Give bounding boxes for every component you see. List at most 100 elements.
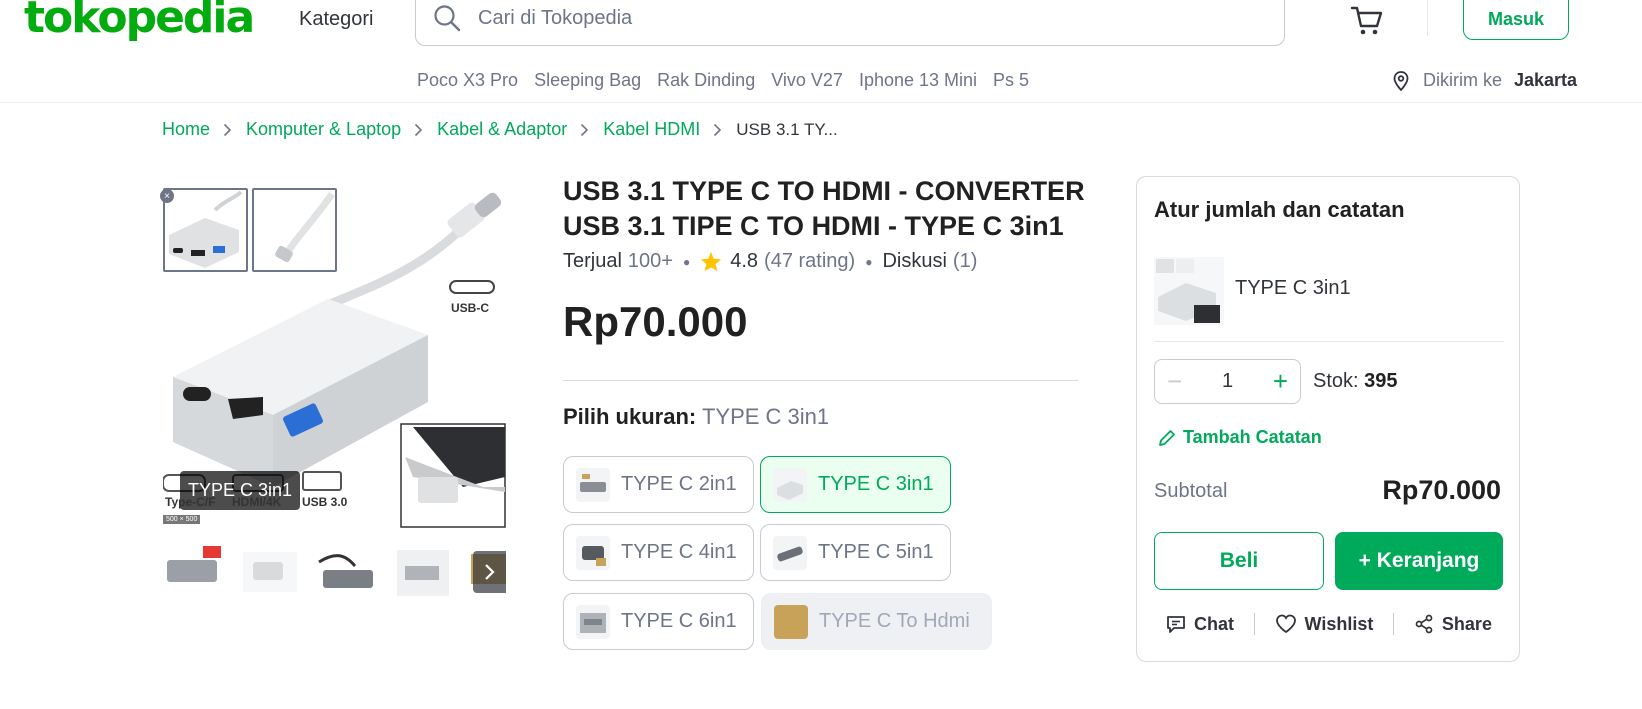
variant-selector-label: Pilih ukuran: TYPE C 3in1 (563, 404, 829, 430)
variant-thumb (774, 604, 808, 639)
terjual-label: Terjual (563, 250, 622, 272)
cart-icon[interactable] (1350, 4, 1384, 36)
stock-value: 395 (1364, 370, 1398, 392)
shipping-location[interactable]: Dikirim ke Jakarta (1393, 70, 1577, 91)
image-size-chip: 500 × 500 (163, 515, 201, 524)
breadcrumb-kabel-hdmi[interactable]: Kabel HDMI (603, 119, 700, 140)
chat-button[interactable]: Chat (1154, 614, 1246, 635)
share-label: Share (1441, 613, 1492, 634)
card-title: Atur jumlah dan catatan (1154, 197, 1405, 222)
breadcrumb-komputer[interactable]: Komputer & Laptop (246, 119, 401, 140)
thumbnail[interactable] (239, 542, 303, 602)
hdmi-label: HDMI/4K (232, 495, 282, 509)
dikirim-label: Dikirim ke (1423, 70, 1502, 90)
card-actions: Chat Wishlist Share (1154, 613, 1504, 635)
dikirim-city: Jakarta (1514, 70, 1578, 90)
variant-option-2in1[interactable]: TYPE C 2in1 (563, 456, 754, 513)
trending-link[interactable]: Vivo V27 (771, 70, 843, 91)
variant-option-label: TYPE C 2in1 (621, 473, 737, 495)
top-header: tokopedia Kategori Cari di Tokopedia Mas… (0, 0, 1642, 103)
trending-link[interactable]: Ps 5 (993, 70, 1029, 91)
kategori-menu[interactable]: Kategori (299, 8, 374, 31)
login-button[interactable]: Masuk (1463, 0, 1569, 40)
variant-option-label: TYPE C To Hdmi (819, 610, 970, 632)
variant-option-6in1[interactable]: TYPE C 6in1 (563, 593, 754, 650)
stock-info: Stok: 395 (1313, 370, 1398, 393)
divider (1154, 341, 1504, 342)
terjual-value: 100+ (627, 250, 673, 272)
add-note-button[interactable]: Tambah Catatan (1157, 427, 1322, 448)
trending-link[interactable]: Iphone 13 Mini (859, 70, 977, 91)
trending-link[interactable]: Rak Dinding (657, 70, 755, 91)
variant-thumb (576, 604, 610, 639)
breadcrumb-kabel-adaptor[interactable]: Kabel & Adaptor (437, 119, 567, 140)
variant-option-3in1[interactable]: TYPE C 3in1 (760, 456, 951, 513)
thumbnail[interactable] (315, 542, 379, 602)
search-icon (432, 3, 462, 33)
thumbnail-next-button[interactable] (473, 551, 506, 593)
divider (1393, 613, 1395, 635)
variant-option-5in1[interactable]: TYPE C 5in1 (760, 524, 951, 581)
breadcrumb-current: USB 3.1 TY... (736, 119, 838, 139)
wishlist-label: Wishlist (1304, 613, 1374, 634)
diskusi-count[interactable]: (1) (953, 250, 977, 273)
product-meta: Terjual 100+ ● 4.8 (47 rating) ● Diskusi… (563, 250, 977, 273)
plus-icon[interactable]: + (1273, 366, 1288, 397)
divider (1253, 613, 1255, 635)
rating-value: 4.8 (730, 250, 759, 272)
thumbnail[interactable] (252, 188, 337, 272)
thumbnail[interactable] (163, 542, 227, 602)
chevron-right-icon (223, 123, 233, 137)
variant-thumb (576, 535, 610, 570)
type-c-label: Type-C/F (165, 495, 216, 509)
dot-separator: ● (682, 254, 691, 269)
diskusi-label[interactable]: Diskusi (882, 250, 946, 273)
chat-icon (1167, 616, 1185, 633)
breadcrumb: Home Komputer & Laptop Kabel & Adaptor K… (162, 119, 838, 140)
trending-keywords: Poco X3 Pro Sleeping Bag Rak Dinding Viv… (417, 70, 1029, 91)
chevron-right-icon (484, 564, 495, 580)
pencil-icon (1159, 429, 1175, 446)
quantity-input[interactable]: 1 (1222, 370, 1233, 393)
chevron-right-icon (580, 123, 590, 137)
divider (563, 380, 1078, 381)
variant-thumb (773, 467, 807, 502)
thumbnail[interactable] (391, 542, 455, 602)
variant-option-label: TYPE C 3in1 (818, 473, 934, 495)
buy-button[interactable]: Beli (1154, 532, 1324, 590)
pilih-label: Pilih ukuran: (563, 404, 697, 429)
variant-option-label: TYPE C 4in1 (621, 541, 737, 563)
usb3-label: USB 3.0 (302, 495, 348, 509)
share-button[interactable]: Share (1402, 614, 1504, 635)
search-input[interactable]: Cari di Tokopedia (478, 7, 632, 30)
close-icon[interactable]: × (160, 189, 174, 203)
share-icon (1415, 614, 1433, 634)
product-price: Rp70.000 (563, 298, 748, 345)
star-icon (700, 251, 722, 272)
trending-link[interactable]: Poco X3 Pro (417, 70, 518, 91)
thumbnail-strip (163, 542, 506, 602)
trending-link[interactable]: Sleeping Bag (534, 70, 641, 91)
tokopedia-logo[interactable]: tokopedia (24, 0, 255, 43)
chevron-right-icon (713, 123, 723, 137)
card-product-thumb (1154, 257, 1224, 325)
variant-option-label: TYPE C 6in1 (621, 610, 737, 632)
thumbnail-active[interactable] (163, 188, 248, 272)
minus-icon[interactable]: − (1167, 366, 1182, 397)
variant-option-4in1[interactable]: TYPE C 4in1 (563, 524, 754, 581)
add-to-cart-button[interactable]: + Keranjang (1335, 532, 1503, 590)
quantity-stepper[interactable]: − 1 + (1154, 359, 1301, 404)
variant-thumb (576, 467, 610, 502)
chevron-right-icon (414, 123, 424, 137)
usb-c-label: USB-C (451, 301, 489, 315)
rating-count[interactable]: (47 rating) (764, 250, 855, 273)
wishlist-button[interactable]: Wishlist (1263, 614, 1386, 635)
breadcrumb-home[interactable]: Home (162, 119, 210, 140)
subtotal-value: Rp70.000 (1382, 475, 1501, 505)
variant-thumb (773, 535, 807, 570)
search-bar[interactable]: Cari di Tokopedia (415, 0, 1285, 46)
card-variant-name: TYPE C 3in1 (1235, 277, 1351, 299)
dot-separator: ● (865, 254, 873, 269)
stock-label: Stok: (1313, 370, 1359, 392)
product-title: USB 3.1 TYPE C TO HDMI - CONVERTER USB 3… (563, 176, 1085, 241)
